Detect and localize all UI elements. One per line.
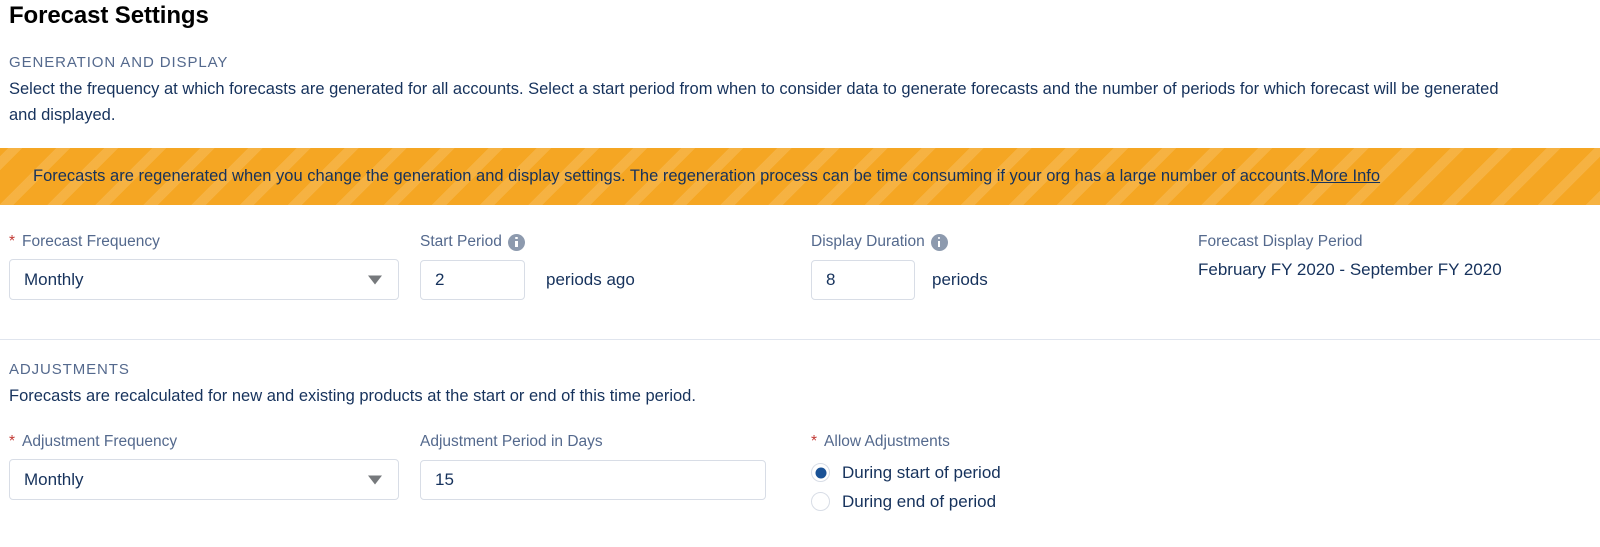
forecast-frequency-label: * Forecast Frequency [9,233,160,251]
start-period-suffix: periods ago [546,270,635,289]
generation-section-description: Select the frequency at which forecasts … [9,80,1499,124]
required-marker: * [811,433,818,450]
radio-unselected-icon [811,492,830,511]
adjustments-section-description: Forecasts are recalculated for new and e… [9,387,696,405]
adjustment-period-in-days-label-text: Adjustment Period in Days [420,433,603,450]
radio-option-during-end-of-period[interactable]: During end of period [811,487,1001,516]
more-info-link[interactable]: More Info [1310,167,1380,186]
adjustment-frequency-label-text: Adjustment Frequency [22,433,178,450]
adjustment-period-in-days-label: Adjustment Period in Days [420,433,603,451]
warning-banner-text: Forecasts are regenerated when you chang… [33,167,1311,185]
allow-adjustments-label-text: Allow Adjustments [824,433,950,450]
required-marker: * [9,233,16,250]
forecast-display-period-label-text: Forecast Display Period [1198,233,1363,250]
radio-option-label: During start of period [842,462,1001,482]
forecast-frequency-value: Monthly [24,269,84,289]
adjustments-section-heading: ADJUSTMENTS [9,361,130,378]
radio-option-label: During end of period [842,491,997,511]
section-divider [0,339,1600,340]
display-duration-input[interactable] [811,260,915,300]
display-duration-label: Display Duration [811,233,948,251]
adjustment-frequency-select[interactable]: Monthly [9,459,399,500]
start-period-input[interactable] [420,260,525,300]
allow-adjustments-radio-group: During start of period During end of per… [811,458,1001,516]
display-duration-label-text: Display Duration [811,233,925,250]
display-duration-suffix: periods [932,270,988,289]
start-period-label-text: Start Period [420,233,502,250]
info-icon[interactable] [930,233,948,251]
chevron-down-icon [368,475,382,484]
adjustment-frequency-value: Monthly [24,469,84,489]
adjustment-period-in-days-input[interactable] [420,460,766,500]
allow-adjustments-label: * Allow Adjustments [811,433,950,451]
radio-option-during-start-of-period[interactable]: During start of period [811,458,1001,487]
adjustments-section: ADJUSTMENTS Forecasts are recalculated f… [9,361,1529,409]
forecast-frequency-label-text: Forecast Frequency [22,233,160,250]
generation-and-display-section: GENERATION AND DISPLAY Select the freque… [9,54,1529,128]
forecast-settings-page: Forecast Settings GENERATION AND DISPLAY… [0,0,1600,547]
required-marker: * [9,433,16,450]
radio-selected-icon [811,463,830,482]
generation-section-heading: GENERATION AND DISPLAY [9,54,229,71]
forecast-display-period-value: February FY 2020 - September FY 2020 [1198,260,1502,279]
start-period-label: Start Period [420,233,525,251]
regeneration-warning-banner: Forecasts are regenerated when you chang… [0,148,1600,205]
forecast-frequency-select[interactable]: Monthly [9,259,399,300]
info-icon[interactable] [507,233,525,251]
adjustment-frequency-label: * Adjustment Frequency [9,433,177,451]
chevron-down-icon [368,275,382,284]
page-title: Forecast Settings [9,2,209,29]
forecast-display-period-label: Forecast Display Period [1198,233,1363,251]
